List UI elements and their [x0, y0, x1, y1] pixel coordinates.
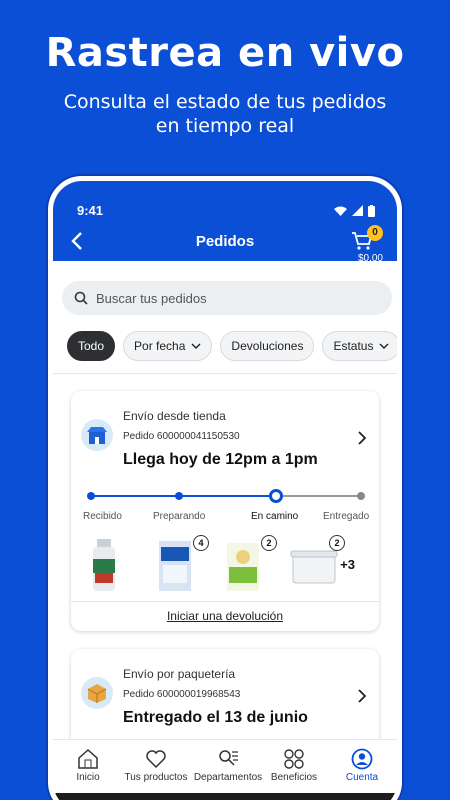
- tab-label: Tus productos: [124, 772, 188, 783]
- order-items: 4 2 2 +3: [85, 531, 369, 595]
- order-type: Envío por paquetería: [123, 667, 236, 681]
- more-items-count: +3: [340, 557, 355, 572]
- search-list-icon: [219, 750, 238, 766]
- order-header: Envío por paquetería Pedido 600000019968…: [81, 661, 369, 726]
- tab-label: Cuenta: [345, 772, 379, 783]
- grid-icon: [284, 749, 304, 769]
- wifi-icon: [334, 206, 347, 216]
- chip-todo[interactable]: Todo: [67, 331, 116, 361]
- card-divider: [71, 601, 379, 602]
- package-icon: [81, 677, 113, 709]
- cart-total: $0.00: [357, 253, 383, 264]
- order-number: Pedido 600000019968543: [123, 689, 241, 700]
- search-input[interactable]: Buscar tus pedidos: [62, 281, 392, 315]
- phone-frame: 9:41 Pedidos 0 $0.00 Buscar tus pedidos …: [48, 176, 402, 800]
- order-type: Envío desde tienda: [123, 409, 226, 423]
- battery-icon: [368, 204, 375, 217]
- nav-bar: Pedidos 0 $0.00: [53, 225, 397, 264]
- order-card[interactable]: Envío desde tienda Pedido 60000004115053…: [71, 391, 379, 631]
- signal-icon: [352, 205, 363, 216]
- page-title: Pedidos: [195, 233, 255, 250]
- cleaner-bottle-icon: [85, 537, 133, 593]
- tab-label: Departamentos: [193, 772, 263, 783]
- home-icon: [78, 748, 98, 769]
- search-placeholder: Buscar tus pedidos: [96, 290, 207, 306]
- chip-label: Estatus: [333, 339, 374, 353]
- tab-beneficios[interactable]: Beneficios: [259, 748, 329, 783]
- cart-count-badge: 0: [367, 225, 383, 241]
- chevron-down-icon: [379, 343, 389, 349]
- order-eta: Entregado el 13 de junio: [123, 709, 308, 726]
- item-qty-badge: 2: [329, 535, 345, 551]
- start-return-link[interactable]: Iniciar una devolución: [71, 609, 379, 623]
- step-label: Entregado: [323, 511, 370, 522]
- tab-label: Inicio: [76, 772, 100, 783]
- filter-chips: Todo Por fecha Devoluciones Estatus: [67, 331, 397, 361]
- step-label: En camino: [251, 511, 299, 522]
- chevron-right-icon[interactable]: [357, 687, 367, 710]
- step-dot-entregado: [357, 492, 365, 500]
- storage-box-icon: 2: [289, 535, 345, 593]
- item-qty-badge: 4: [193, 535, 209, 551]
- chip-devoluciones[interactable]: Devoluciones: [220, 331, 315, 361]
- store-icon: [81, 419, 113, 451]
- progress-line-pending: [275, 495, 361, 497]
- bottom-tab-bar: Inicio Tus productos Departamentos Benef…: [53, 739, 397, 800]
- progress-tracker: [87, 487, 365, 507]
- step-dot-en-camino: [269, 489, 283, 503]
- tab-cuenta[interactable]: Cuenta: [327, 748, 397, 783]
- status-time: 9:41: [77, 203, 104, 218]
- chip-estatus[interactable]: Estatus: [322, 331, 397, 361]
- search-icon: [74, 291, 88, 305]
- hero-subtitle: Consulta el estado de tus pedidos en tie…: [63, 91, 387, 137]
- status-icons: [334, 204, 375, 217]
- step-dot-preparando: [175, 492, 183, 500]
- chip-por-fecha[interactable]: Por fecha: [123, 331, 213, 361]
- chip-label: Por fecha: [134, 339, 186, 353]
- item-qty-badge: 2: [261, 535, 277, 551]
- tab-inicio[interactable]: Inicio: [53, 748, 123, 783]
- status-bar: 9:41: [77, 203, 375, 218]
- chip-label: Todo: [78, 339, 105, 353]
- chevron-right-icon[interactable]: [357, 429, 367, 452]
- order-number: Pedido 600000041150530: [123, 431, 240, 442]
- order-header: Envío desde tienda Pedido 60000004115053…: [81, 403, 369, 468]
- flour-bag-icon: 2: [223, 535, 277, 593]
- app-header: 9:41 Pedidos 0 $0.00: [53, 181, 397, 264]
- chip-label: Devoluciones: [231, 339, 304, 353]
- system-nav-bar: [53, 793, 397, 800]
- step-label: Recibido: [83, 511, 122, 522]
- divider: [53, 373, 397, 374]
- detergent-bag-icon: 4: [155, 535, 209, 593]
- chevron-down-icon: [191, 343, 201, 349]
- order-eta: Llega hoy de 12pm a 1pm: [123, 451, 318, 468]
- account-icon: [351, 748, 373, 770]
- tab-label: Beneficios: [270, 772, 318, 783]
- step-label: Preparando: [153, 511, 206, 522]
- heart-icon: [146, 750, 166, 769]
- tab-tus-productos[interactable]: Tus productos: [121, 748, 191, 783]
- tab-departamentos[interactable]: Departamentos: [189, 748, 267, 783]
- step-dot-recibido: [87, 492, 95, 500]
- hero-title: Rastrea en vivo: [45, 30, 405, 76]
